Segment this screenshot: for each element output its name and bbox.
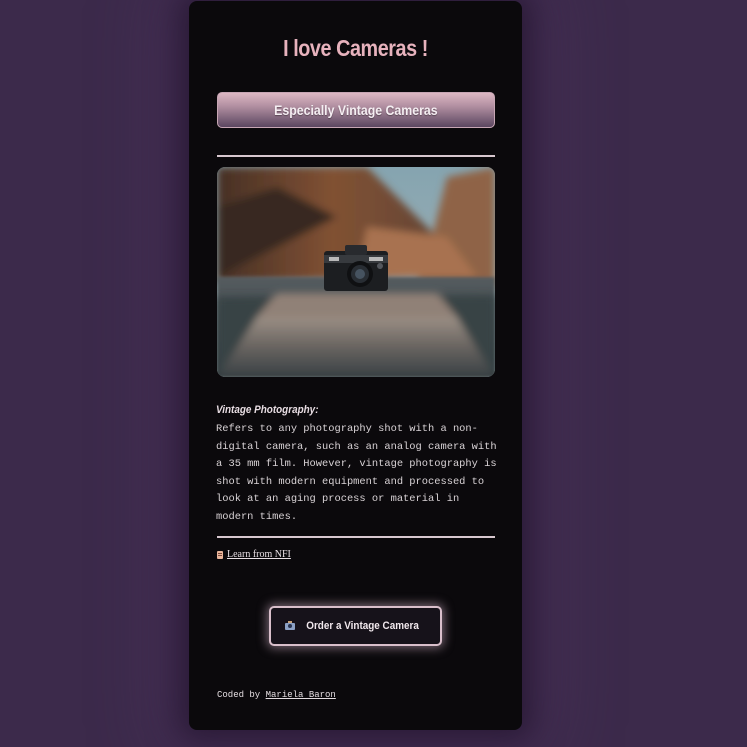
vintage-camera-photo	[217, 167, 495, 377]
camera-icon	[285, 620, 296, 630]
article-body: Refers to any photography shot with a no…	[216, 423, 497, 523]
page-title: I love Cameras !	[283, 35, 428, 61]
divider-bottom	[217, 536, 495, 538]
especially-vintage-label: Especially Vintage Cameras	[274, 102, 438, 118]
author-link[interactable]: Mariela Baron	[266, 690, 336, 700]
especially-vintage-button[interactable]: Especially Vintage Cameras	[217, 92, 495, 128]
main-card: I love Cameras ! Especially Vintage Came…	[189, 1, 522, 730]
order-vintage-camera-button[interactable]: Order a Vintage Camera	[269, 606, 442, 646]
order-button-label: Order a Vintage Camera	[306, 620, 420, 632]
document-icon	[217, 550, 223, 559]
learn-from-nfi-link[interactable]: Learn from NFI	[227, 549, 291, 560]
article-heading: Vintage Photography:	[216, 404, 319, 416]
footer: Coded by Mariela Baron	[217, 690, 336, 700]
footer-prefix: Coded by	[217, 690, 261, 700]
learn-link-row[interactable]: Learn from NFI	[217, 549, 291, 560]
divider-top	[217, 155, 495, 157]
